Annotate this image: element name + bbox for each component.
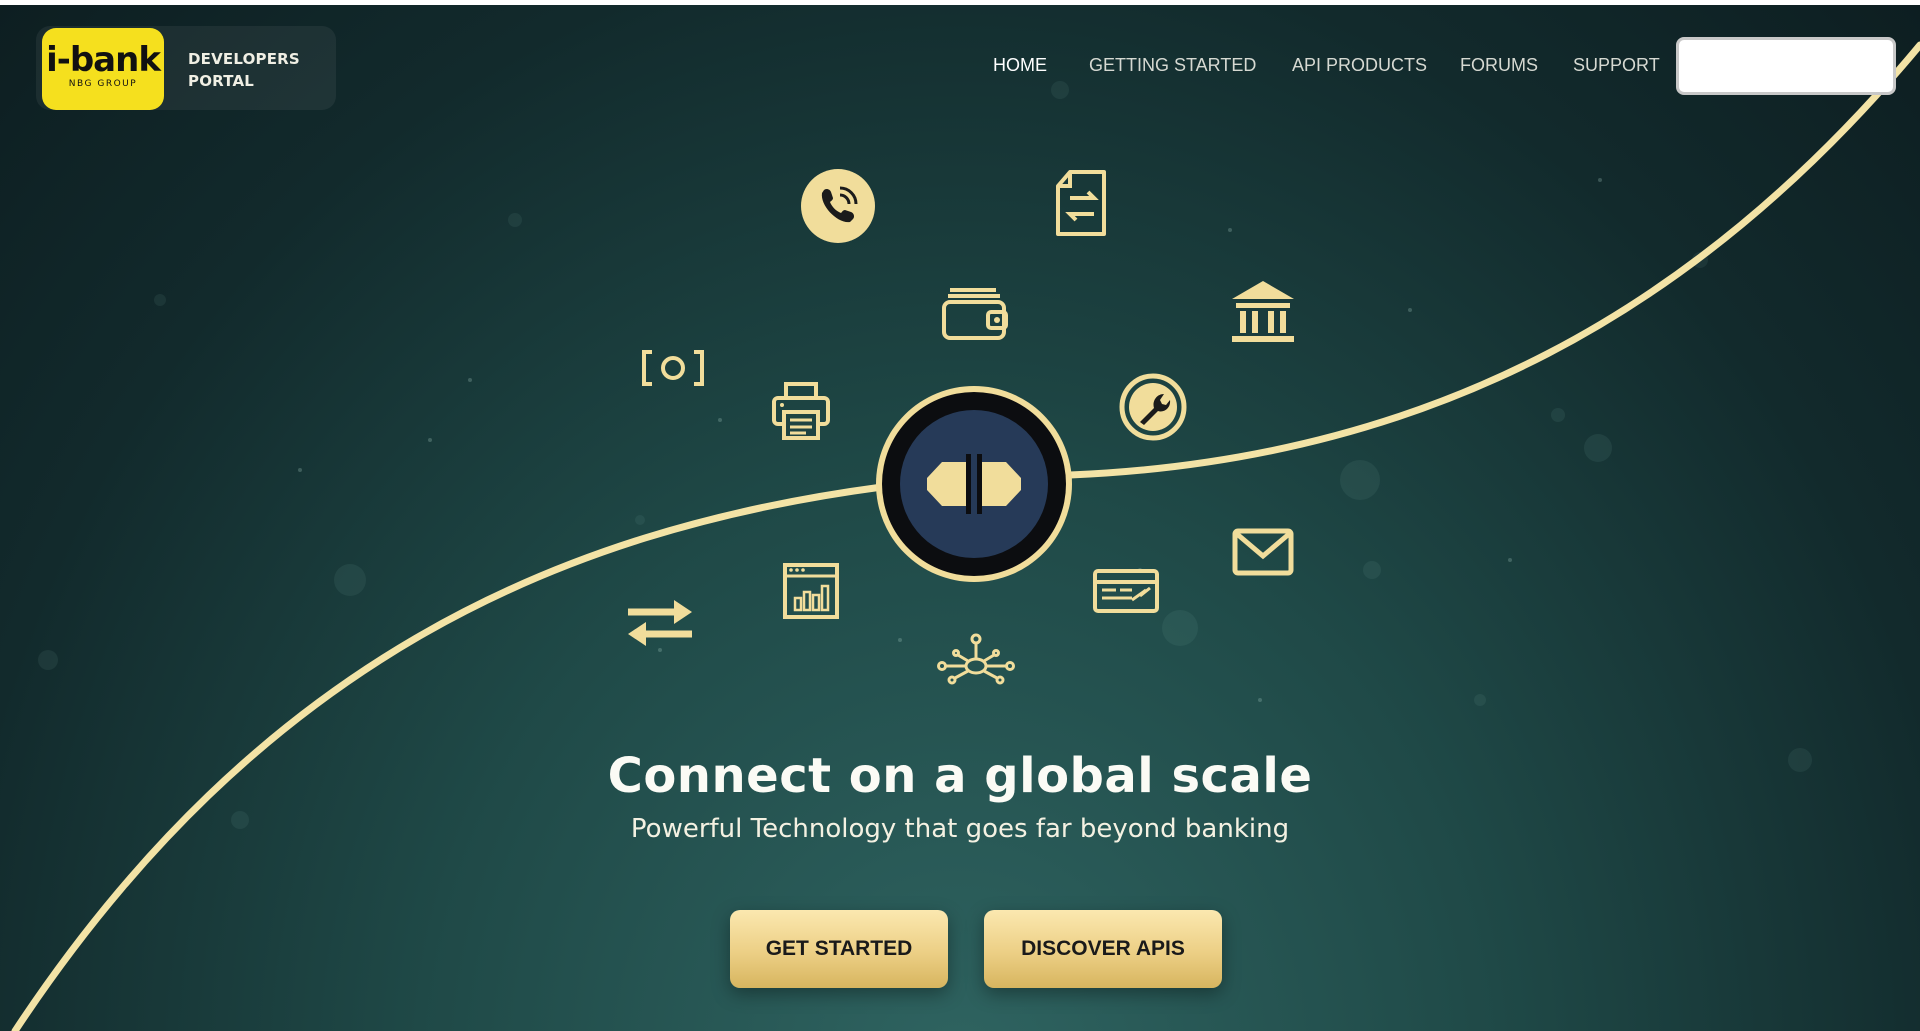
- wallet-icon: [942, 288, 1008, 340]
- nav-api-products[interactable]: API PRODUCTS: [1292, 55, 1427, 76]
- hero-title: Connect on a global scale: [607, 748, 1313, 804]
- hero-subtitle: Powerful Technology that goes far beyond…: [630, 814, 1290, 844]
- document-exchange-icon: [1056, 170, 1106, 236]
- wrench-icon: [1119, 373, 1187, 441]
- network-hub-icon: [937, 633, 1015, 685]
- transfer-arrows-icon: [628, 600, 692, 646]
- discover-apis-button[interactable]: DISCOVER APIS: [984, 910, 1222, 988]
- nav-forums[interactable]: FORUMS: [1460, 55, 1538, 76]
- nav-getting-started[interactable]: GETTING STARTED: [1089, 55, 1256, 76]
- get-started-button[interactable]: GET STARTED: [730, 910, 948, 988]
- phone-icon: [801, 169, 875, 243]
- nav-home[interactable]: HOME: [993, 55, 1047, 76]
- printer-icon: [772, 382, 830, 440]
- cash-icon: [642, 350, 704, 386]
- card-reader-icon: [1093, 569, 1159, 613]
- nav-support[interactable]: SUPPORT: [1573, 55, 1660, 76]
- bank-icon: [1232, 281, 1294, 342]
- plug-connector-icon: [876, 386, 1072, 582]
- main-nav: HOME GETTING STARTED API PRODUCTS FORUMS…: [0, 55, 1920, 85]
- search-input[interactable]: [1676, 37, 1896, 95]
- email-icon: [1232, 528, 1294, 576]
- analytics-window-icon: [783, 563, 839, 619]
